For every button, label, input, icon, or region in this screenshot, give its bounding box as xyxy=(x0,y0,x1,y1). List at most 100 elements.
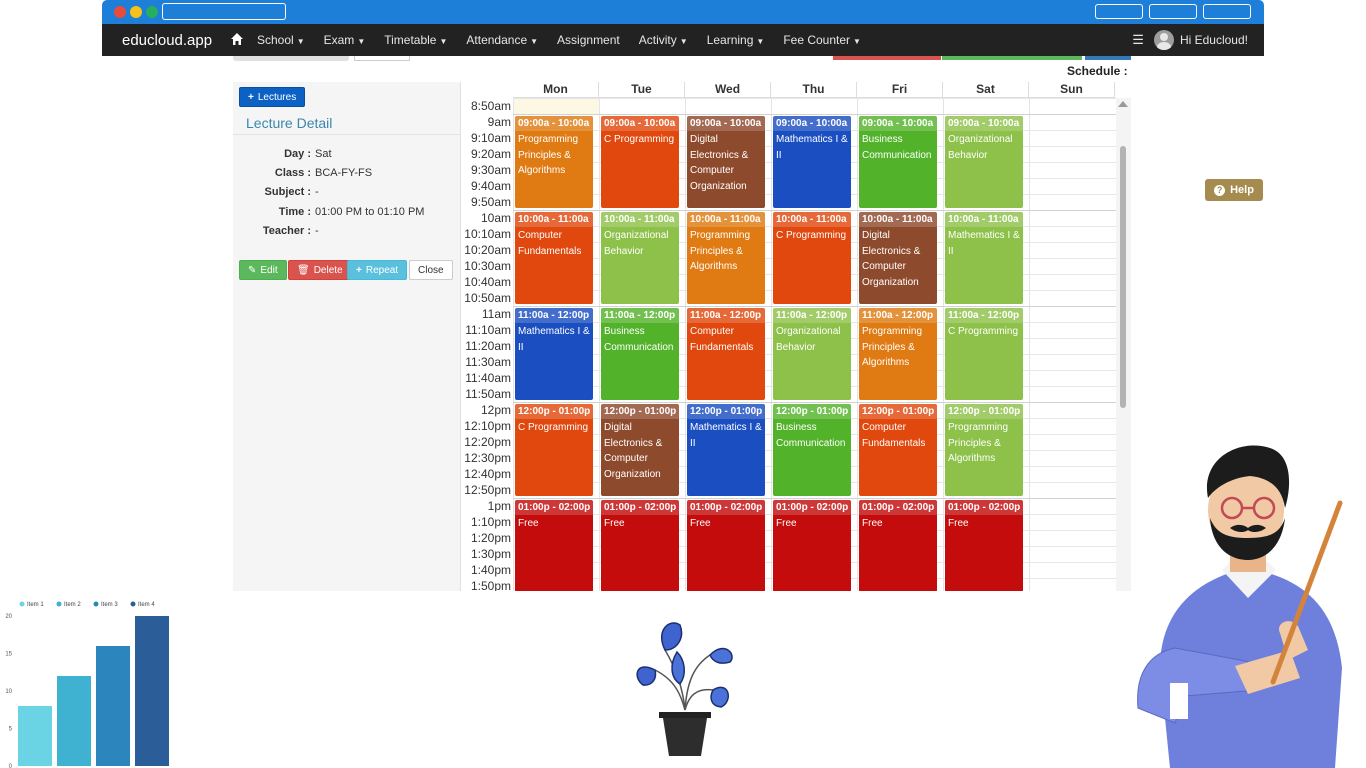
teacher-illustration xyxy=(1137,445,1343,768)
lecture-event[interactable]: 09:00a - 10:00a Organizational Behavior xyxy=(945,116,1023,208)
time-gridline xyxy=(513,306,1116,307)
filter-button-cut[interactable] xyxy=(354,56,410,61)
plus-icon: + xyxy=(248,91,254,103)
lecture-event[interactable]: 01:00p - 02:00p Free xyxy=(859,500,937,591)
event-title: Mathematics I & II xyxy=(776,134,848,161)
nav-item-learning[interactable]: Learning ▼ xyxy=(707,33,765,47)
green-button-cut[interactable] xyxy=(942,56,1082,60)
event-time: 12:00p - 01:00p xyxy=(773,404,851,419)
nav-item-attendance[interactable]: Attendance ▼ xyxy=(466,33,538,47)
nav-item-activity[interactable]: Activity ▼ xyxy=(639,33,688,47)
close-button[interactable]: Close xyxy=(409,260,453,280)
event-time: 10:00a - 11:00a xyxy=(687,212,765,227)
bar-item-2 xyxy=(57,676,91,766)
lectures-button[interactable]: + Lectures xyxy=(239,87,306,107)
maximize-window-dot[interactable] xyxy=(146,6,158,18)
lecture-event[interactable]: 09:00a - 10:00a Digital Electronics & Com… xyxy=(687,116,765,208)
red-button-cut[interactable] xyxy=(833,56,941,60)
time-gridline xyxy=(513,98,1116,99)
lecture-event[interactable]: 01:00p - 02:00p Free xyxy=(945,500,1023,591)
lecture-event[interactable]: 10:00a - 11:00a Digital Electronics & Com… xyxy=(859,212,937,304)
home-icon[interactable] xyxy=(230,32,244,46)
lecture-event[interactable]: 09:00a - 10:00a Programming Principles & … xyxy=(515,116,593,208)
time-label: 8:50am xyxy=(470,99,511,113)
lecture-event[interactable]: 10:00a - 11:00a C Programming xyxy=(773,212,851,304)
browser-button-1[interactable] xyxy=(1095,4,1143,19)
lecture-event[interactable]: 12:00p - 01:00p Computer Fundamentals xyxy=(859,404,937,496)
calendar-scrollbar[interactable] xyxy=(1116,98,1131,591)
browser-button-3[interactable] xyxy=(1203,4,1251,19)
event-time: 10:00a - 11:00a xyxy=(859,212,937,227)
day-header-fri: Fri xyxy=(857,82,943,98)
lecture-event[interactable]: 11:00a - 12:00p Computer Fundamentals xyxy=(687,308,765,400)
legend-swatch xyxy=(93,601,99,607)
event-time: 09:00a - 10:00a xyxy=(859,116,937,131)
event-title: Computer Fundamentals xyxy=(690,326,754,353)
y-tick-label: 5 xyxy=(9,727,13,733)
lecture-event[interactable]: 09:00a - 10:00a Business Communication xyxy=(859,116,937,208)
lecture-event[interactable]: 10:00a - 11:00a Computer Fundamentals xyxy=(515,212,593,304)
lecture-event[interactable]: 12:00p - 01:00p Digital Electronics & Com… xyxy=(601,404,679,496)
lecture-event[interactable]: 01:00p - 02:00p Free xyxy=(601,500,679,591)
main-menu: School ▼ Exam ▼ Timetable ▼ Attendance ▼ Assignm… xyxy=(257,24,880,56)
delete-button[interactable]: 🗑 Delete xyxy=(288,260,352,280)
scroll-thumb[interactable] xyxy=(1120,146,1126,408)
event-time: 01:00p - 02:00p xyxy=(515,500,593,515)
user-greeting[interactable]: Hi Educloud! xyxy=(1180,33,1248,47)
nav-item-exam[interactable]: Exam ▼ xyxy=(324,33,366,47)
time-gridline xyxy=(513,498,1116,499)
lecture-event[interactable]: 01:00p - 02:00p Free xyxy=(687,500,765,591)
avatar[interactable] xyxy=(1153,30,1174,50)
list-icon[interactable]: ☰ xyxy=(1132,32,1144,48)
lecture-event[interactable]: 09:00a - 10:00a C Programming xyxy=(601,116,679,208)
repeat-button[interactable]: + Repeat xyxy=(347,260,408,280)
lecture-event[interactable]: 01:00p - 02:00p Free xyxy=(773,500,851,591)
event-title: Organizational Behavior xyxy=(604,230,669,257)
time-label: 1pm xyxy=(487,499,511,513)
event-title: C Programming xyxy=(518,422,589,433)
lecture-event[interactable]: 11:00a - 12:00p Organizational Behavior xyxy=(773,308,851,400)
lecture-event[interactable]: 12:00p - 01:00p Programming Principles & … xyxy=(945,404,1023,496)
lecture-event[interactable]: 12:00p - 01:00p Business Communication xyxy=(773,404,851,496)
class-select-cut[interactable] xyxy=(233,56,349,61)
nav-item-school[interactable]: School ▼ xyxy=(257,33,305,47)
lecture-event[interactable]: 10:00a - 11:00a Mathematics I & II xyxy=(945,212,1023,304)
time-label: 10:40am xyxy=(464,275,511,289)
browser-titlebar xyxy=(102,0,1264,24)
time-label: 10:30am xyxy=(464,259,511,273)
schedule-label: Schedule : xyxy=(1067,64,1128,78)
repeat-button-label: Repeat xyxy=(365,264,399,276)
event-title: Free xyxy=(948,518,969,529)
blue-button-cut[interactable] xyxy=(1085,56,1131,60)
help-button[interactable]: ? Help xyxy=(1205,179,1263,201)
event-time: 12:00p - 01:00p xyxy=(859,404,937,419)
address-bar[interactable] xyxy=(162,3,286,20)
time-label: 1:10pm xyxy=(470,515,511,529)
user-menu[interactable]: ☰ Hi Educloud! xyxy=(1132,24,1248,56)
close-window-dot[interactable] xyxy=(114,6,126,18)
time-label: 11:50am xyxy=(465,387,511,401)
browser-button-2[interactable] xyxy=(1149,4,1197,19)
minimize-window-dot[interactable] xyxy=(130,6,142,18)
lecture-event[interactable]: 12:00p - 01:00p Mathematics I & II xyxy=(687,404,765,496)
brand-logo[interactable]: educloud.app xyxy=(122,32,212,49)
edit-button[interactable]: ✎ Edit xyxy=(239,260,287,280)
lecture-event[interactable]: 01:00p - 02:00p Free xyxy=(515,500,593,591)
lecture-event[interactable]: 09:00a - 10:00a Mathematics I & II xyxy=(773,116,851,208)
lecture-event[interactable]: 11:00a - 12:00p Programming Principles & … xyxy=(859,308,937,400)
lecture-event[interactable]: 10:00a - 11:00a Organizational Behavior xyxy=(601,212,679,304)
lecture-event[interactable]: 10:00a - 11:00a Programming Principles & … xyxy=(687,212,765,304)
help-button-label: Help xyxy=(1230,184,1254,196)
lectures-button-label: Lectures xyxy=(257,91,297,103)
lecture-event[interactable]: 11:00a - 12:00p Mathematics I & II xyxy=(515,308,593,400)
lecture-event[interactable]: 11:00a - 12:00p Business Communication xyxy=(601,308,679,400)
nav-item-fee-counter[interactable]: Fee Counter ▼ xyxy=(783,33,861,47)
nav-item-assignment[interactable]: Assignment xyxy=(557,33,620,47)
lecture-event[interactable]: 11:00a - 12:00p C Programming xyxy=(945,308,1023,400)
lecture-event[interactable]: 12:00p - 01:00p C Programming xyxy=(515,404,593,496)
time-gridline xyxy=(513,114,1116,115)
nav-item-timetable[interactable]: Timetable ▼ xyxy=(384,33,447,47)
column-divider xyxy=(771,98,772,591)
scroll-up-icon[interactable] xyxy=(1118,101,1128,107)
column-divider xyxy=(857,98,858,591)
